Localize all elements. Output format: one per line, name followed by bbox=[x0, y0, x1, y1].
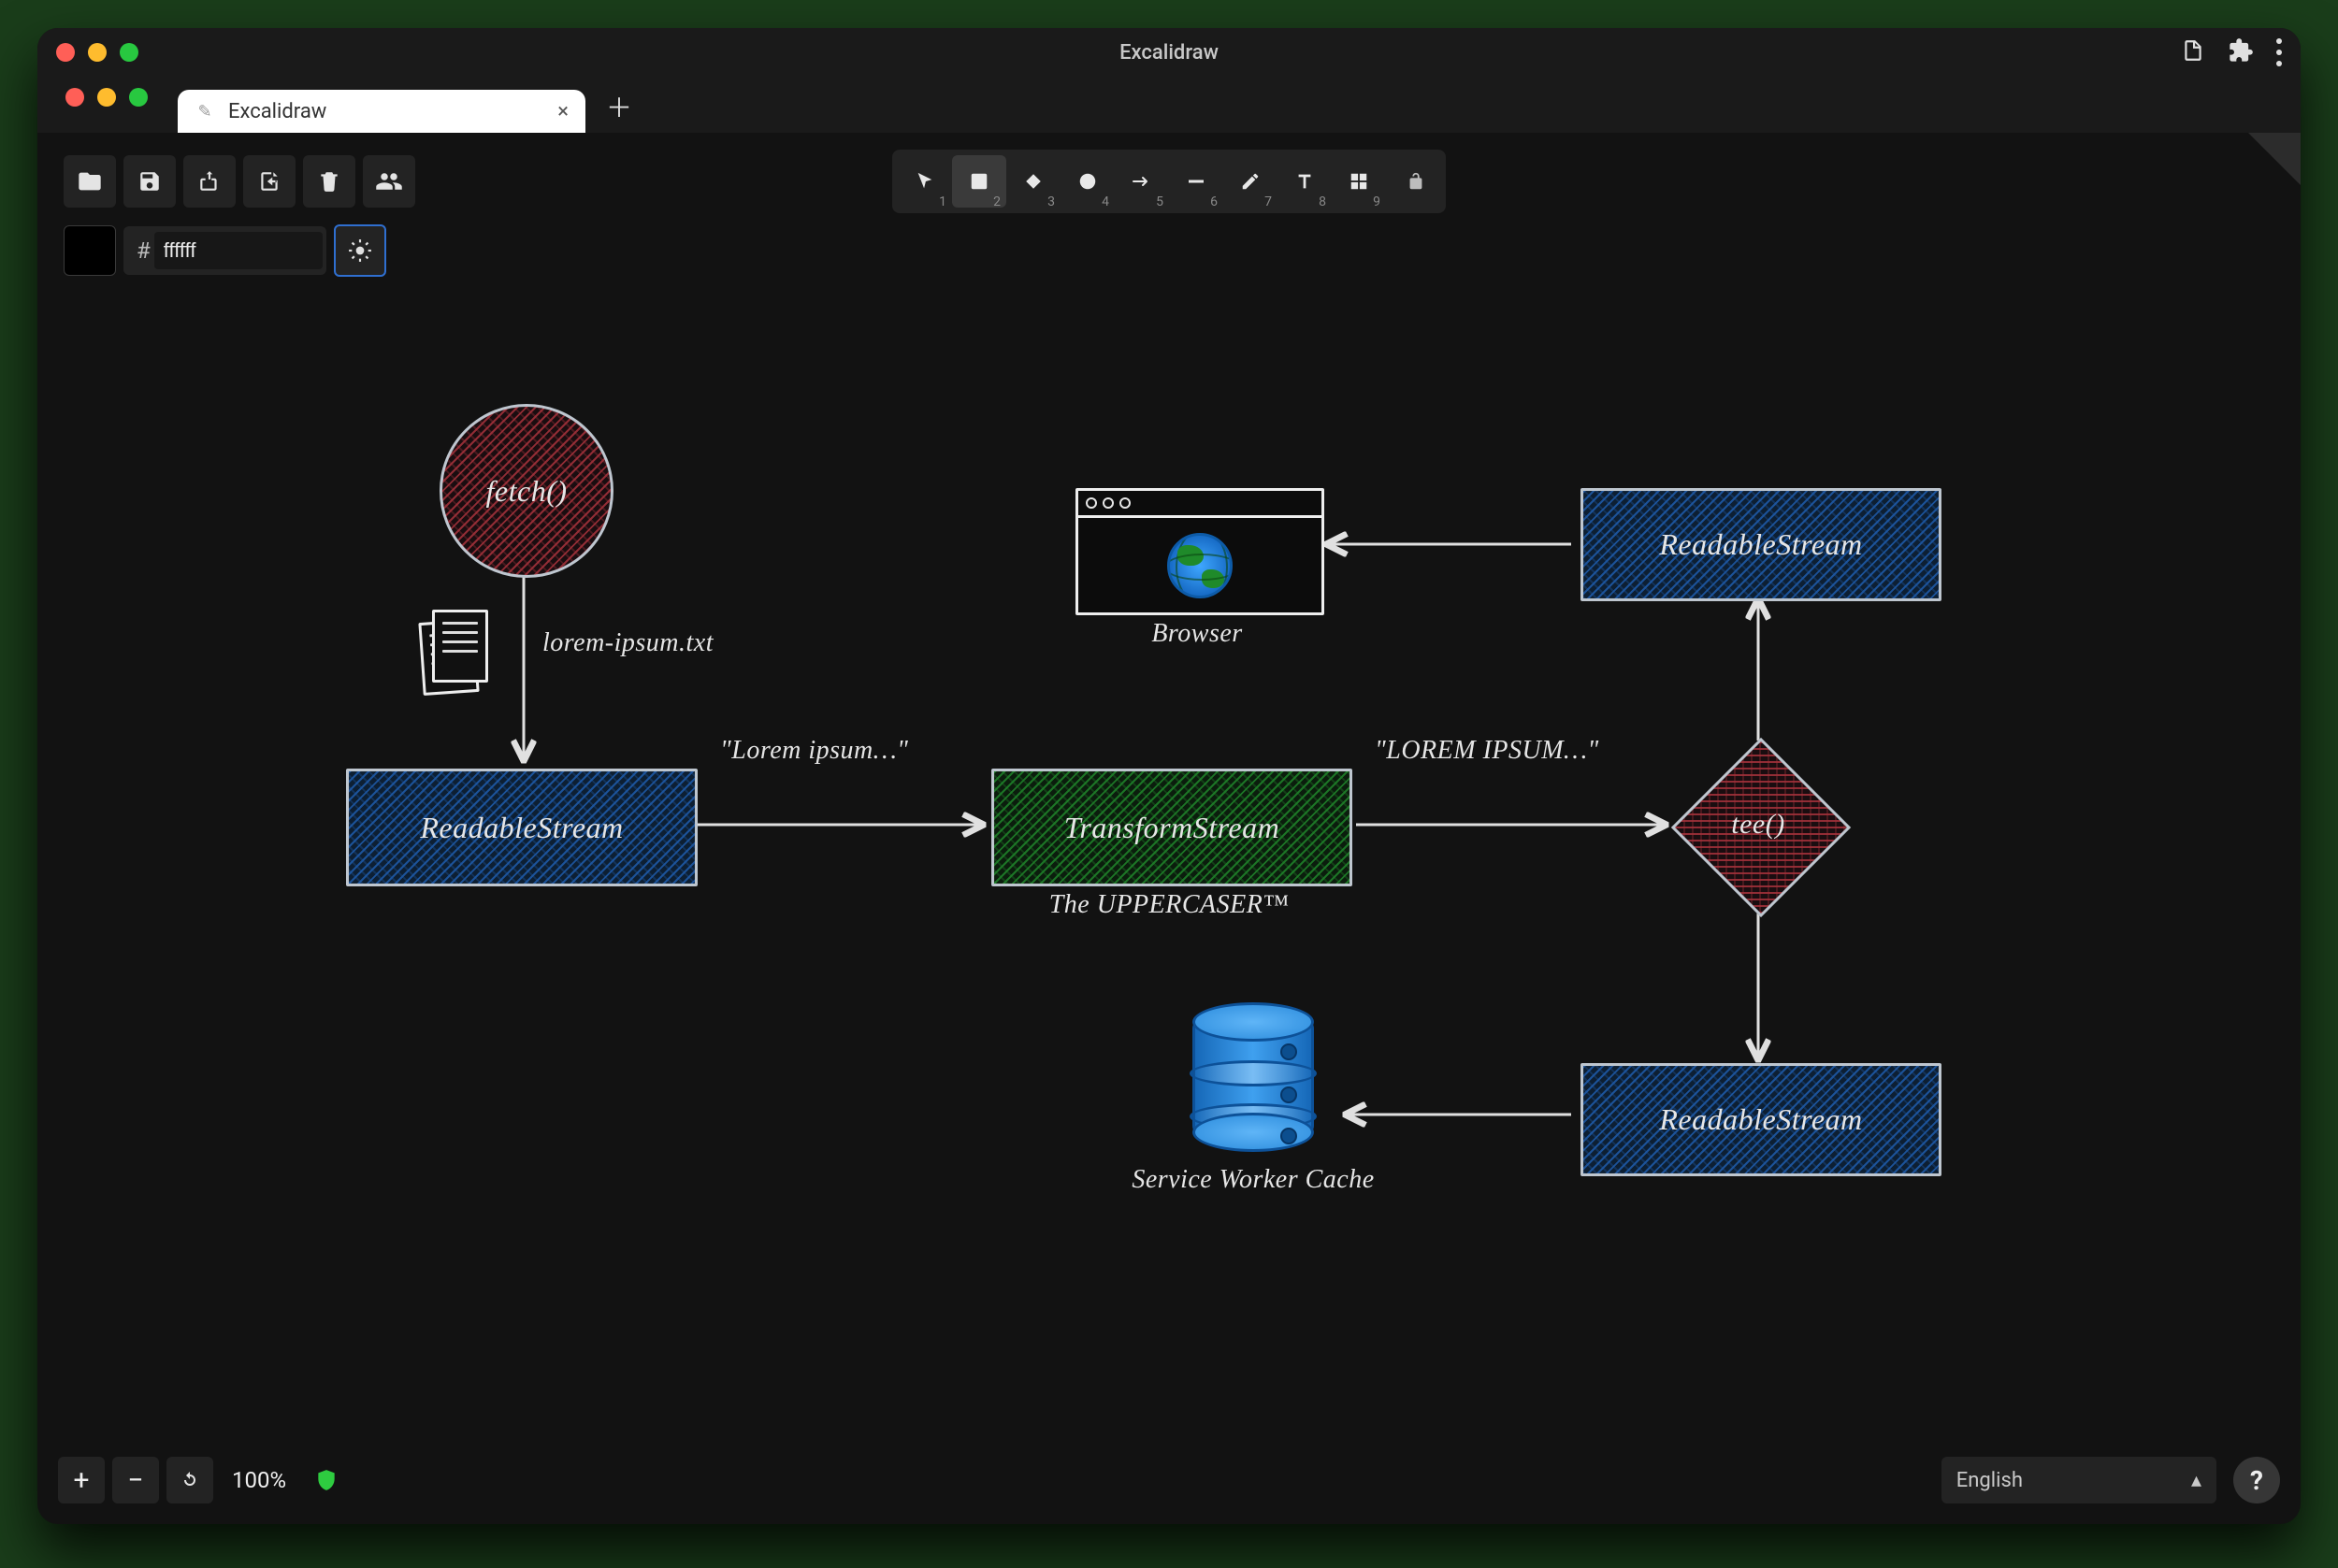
tab-label: Excalidraw bbox=[228, 100, 326, 123]
window-title: Excalidraw bbox=[37, 41, 2301, 65]
minimize-window-icon[interactable] bbox=[97, 88, 116, 107]
titlebar: Excalidraw bbox=[37, 28, 2301, 77]
browser-tab[interactable]: ✎ Excalidraw × bbox=[178, 90, 585, 133]
node-service-worker-cache[interactable] bbox=[1192, 1002, 1314, 1152]
file-icon[interactable] bbox=[421, 610, 496, 694]
node-fetch[interactable]: fetch() bbox=[440, 404, 613, 578]
node-readable-stream-left[interactable]: ReadableStream bbox=[346, 769, 698, 886]
close-tab-icon[interactable]: × bbox=[557, 100, 569, 123]
close-window-icon[interactable] bbox=[65, 88, 84, 107]
node-tee[interactable]: tee() bbox=[1697, 764, 1825, 891]
globe-icon bbox=[1167, 533, 1233, 598]
node-readable-stream-bottom[interactable]: ReadableStream bbox=[1580, 1063, 1941, 1176]
app-window: Excalidraw ✎ Excalidraw × ＋ bbox=[37, 28, 2301, 1524]
browser-label: Browser bbox=[1075, 619, 1319, 649]
drawing-canvas[interactable]: fetch() lorem-ipsum.txt ReadableStream "… bbox=[37, 133, 2301, 1524]
new-tab-button[interactable]: ＋ bbox=[606, 88, 632, 125]
file-label: lorem-ipsum.txt bbox=[542, 628, 714, 658]
transform-subtitle: The UPPERCASER™ bbox=[991, 890, 1347, 920]
node-readable-stream-top[interactable]: ReadableStream bbox=[1580, 488, 1941, 601]
sw-cache-label: Service Worker Cache bbox=[1057, 1165, 1450, 1195]
edge-label-lorem-in: "Lorem ipsum…" bbox=[720, 736, 908, 766]
node-browser[interactable] bbox=[1075, 488, 1324, 615]
tab-favicon-icon: ✎ bbox=[195, 101, 215, 122]
maximize-window-icon[interactable] bbox=[129, 88, 148, 107]
tab-strip: ✎ Excalidraw × ＋ bbox=[37, 77, 2301, 133]
edge-label-lorem-out: "LOREM IPSUM…" bbox=[1375, 736, 1599, 766]
node-transform-stream[interactable]: TransformStream bbox=[991, 769, 1352, 886]
